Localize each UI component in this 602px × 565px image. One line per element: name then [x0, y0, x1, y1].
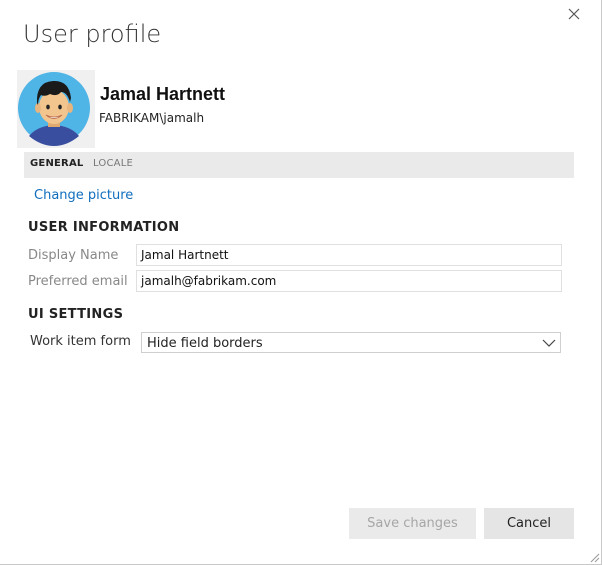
- display-name-label: Display Name: [28, 248, 119, 263]
- cancel-button[interactable]: Cancel: [484, 508, 574, 539]
- tab-general[interactable]: GENERAL: [30, 158, 83, 169]
- ui-settings-heading: UI SETTINGS: [28, 307, 124, 322]
- dialog-title: User profile: [23, 20, 162, 48]
- chevron-down-icon: [542, 339, 556, 347]
- tab-bar: GENERAL LOCALE: [24, 152, 574, 178]
- user-information-heading: USER INFORMATION: [28, 220, 180, 235]
- display-name-field[interactable]: Jamal Hartnett: [136, 244, 562, 266]
- resize-grip-icon[interactable]: [588, 551, 600, 563]
- save-changes-button[interactable]: Save changes: [349, 508, 476, 539]
- work-item-form-value: Hide field borders: [147, 336, 263, 351]
- preferred-email-field[interactable]: jamalh@fabrikam.com: [136, 270, 562, 292]
- close-button[interactable]: [563, 3, 585, 25]
- profile-account: FABRIKAM\jamalh: [99, 111, 205, 125]
- change-picture-link[interactable]: Change picture: [34, 188, 133, 203]
- tab-locale[interactable]: LOCALE: [93, 158, 133, 169]
- work-item-form-select[interactable]: Hide field borders: [141, 332, 561, 353]
- user-profile-dialog: User profile Jamal Hartnett FABRIKAM\jam…: [0, 0, 602, 565]
- close-icon: [568, 8, 580, 20]
- profile-display-name: Jamal Hartnett: [100, 84, 226, 104]
- avatar: [17, 70, 95, 148]
- preferred-email-label: Preferred email: [28, 274, 128, 289]
- work-item-form-label: Work item form: [30, 334, 131, 349]
